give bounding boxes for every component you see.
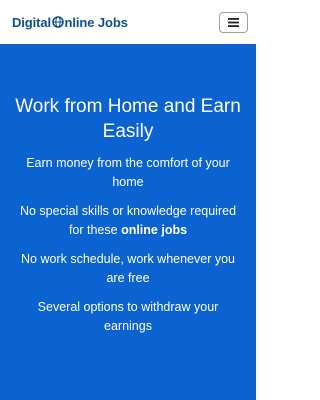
hero-point-no-skills-highlight: online jobs xyxy=(121,223,188,237)
hero-point-earn-money: Earn money from the comfort of your home xyxy=(26,156,230,189)
brand-name-part-1: Digital xyxy=(12,14,52,30)
hero-point-no-schedule: No work schedule, work whenever you are … xyxy=(21,252,235,285)
top-navbar: Digital nline Jobs xyxy=(0,0,256,44)
site-logo-link[interactable]: Digital nline Jobs xyxy=(12,15,128,30)
brand-name-part-2: nline Jobs xyxy=(64,14,128,30)
menu-toggle-button[interactable] xyxy=(219,11,248,33)
hero-section: Work from Home and Earn Easily Earn mone… xyxy=(0,44,256,400)
hero-point-withdraw: Several options to withdraw your earning… xyxy=(37,300,219,333)
hero-title: Work from Home and Earn Easily xyxy=(15,96,241,142)
hamburger-menu-icon xyxy=(228,17,239,27)
hero-point-no-skills: No special skills or knowledge required … xyxy=(14,202,242,240)
globe-icon xyxy=(52,16,64,28)
